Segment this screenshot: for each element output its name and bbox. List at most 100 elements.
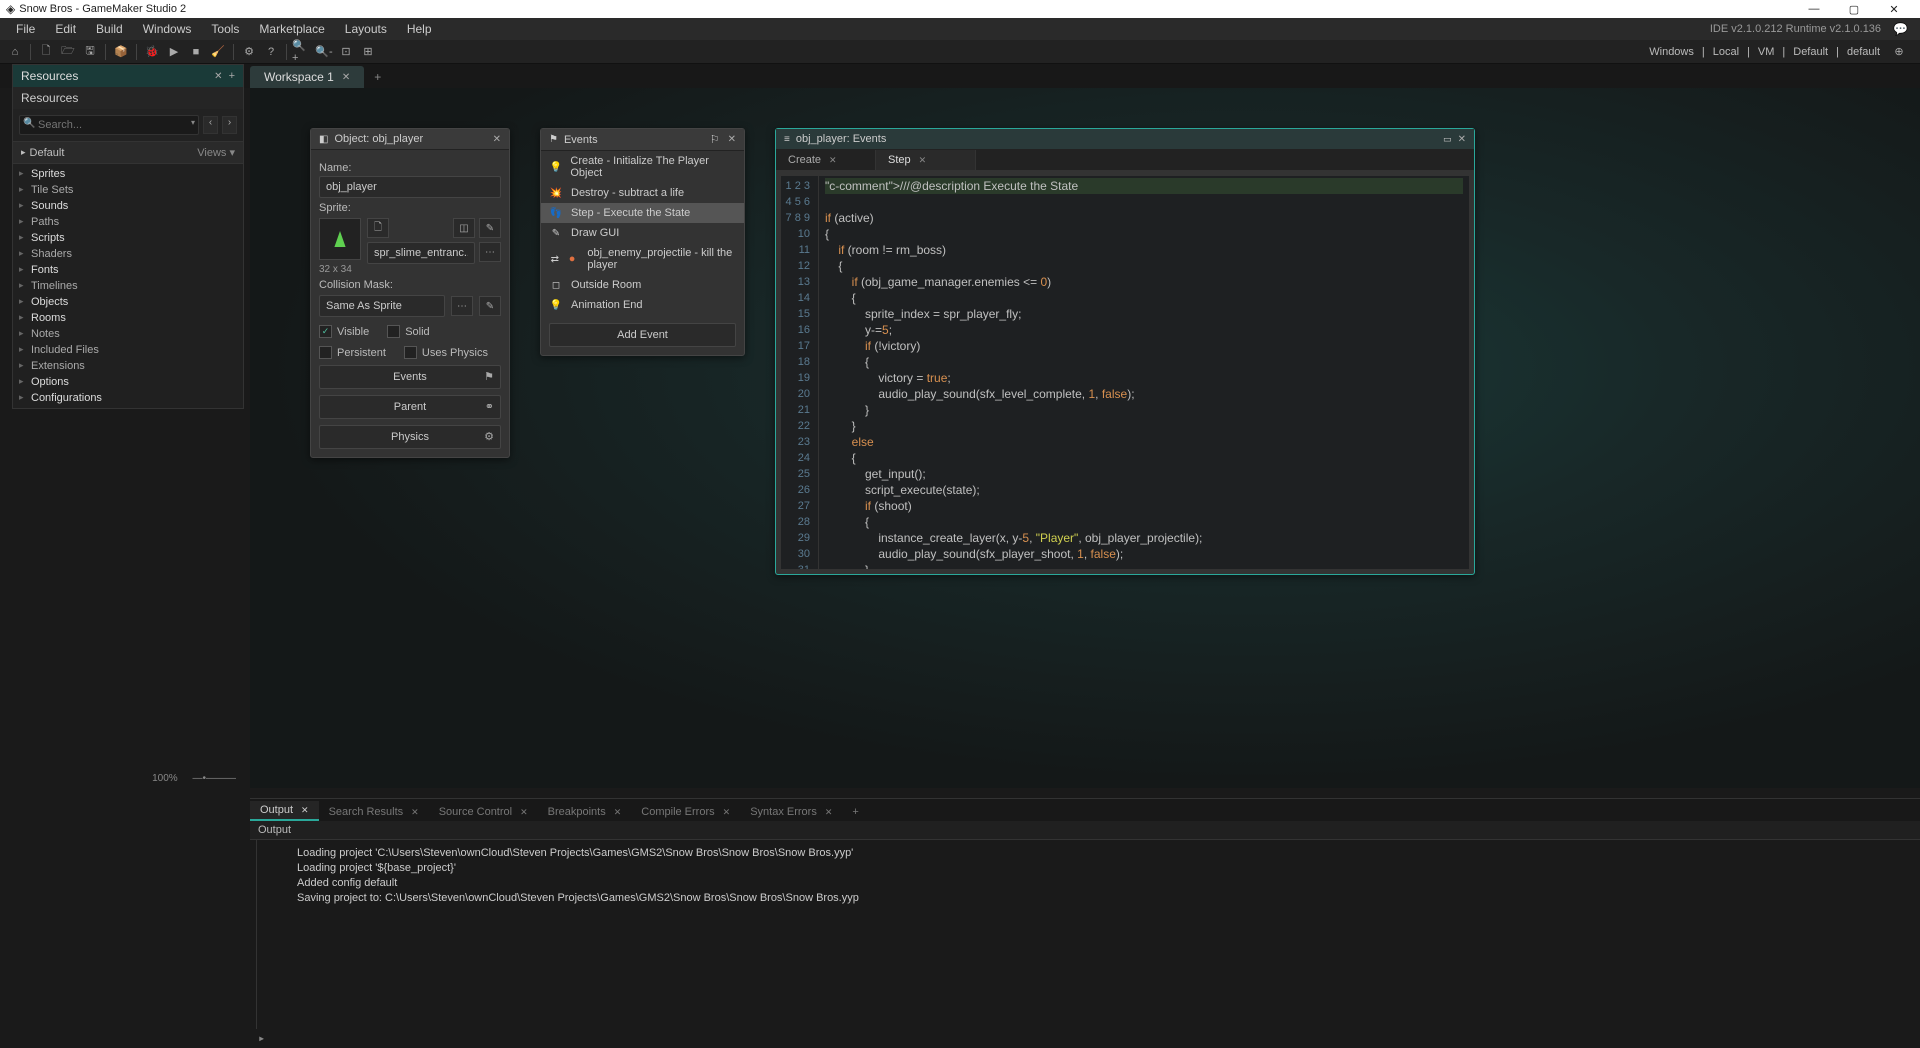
code-tab-create[interactable]: Create✕	[776, 150, 876, 170]
events-section-button[interactable]: Events⚑	[319, 365, 501, 389]
sprite-preview[interactable]	[319, 218, 361, 260]
output-tab-add[interactable]: +	[842, 803, 868, 821]
zoom-in-button[interactable]: 🔍+	[292, 42, 312, 62]
resources-search-input[interactable]	[19, 115, 199, 135]
menu-tools[interactable]: Tools	[201, 22, 249, 36]
add-event-button[interactable]: Add Event	[549, 323, 736, 347]
sprite-new-button[interactable]: 🗋	[367, 218, 389, 238]
close-icon[interactable]: ✕	[520, 807, 528, 818]
output-tab-breakpoints[interactable]: Breakpoints✕	[538, 803, 632, 821]
resources-default-row[interactable]: ▸ Default Views ▾	[13, 141, 243, 164]
tree-sprites[interactable]: Sprites	[13, 166, 243, 182]
close-icon[interactable]: ✕	[829, 155, 837, 166]
uses-physics-checkbox[interactable]: Uses Physics	[404, 346, 488, 359]
code-maximize-button[interactable]: ▭	[1443, 134, 1452, 145]
clean-button[interactable]: 🧹	[208, 42, 228, 62]
menu-layouts[interactable]: Layouts	[335, 22, 397, 36]
event-animation-end[interactable]: 💡Animation End	[541, 295, 744, 315]
close-icon[interactable]: ✕	[614, 807, 622, 818]
menu-file[interactable]: File	[6, 22, 45, 36]
code-tab-step[interactable]: Step✕	[876, 150, 976, 170]
resources-tab[interactable]: Resources ✕ +	[13, 65, 243, 87]
output-tab-compile[interactable]: Compile Errors✕	[631, 803, 740, 821]
close-icon[interactable]: ✕	[919, 155, 927, 166]
new-button[interactable]: 🗋	[36, 42, 56, 62]
object-inspector-window[interactable]: ◧ Object: obj_player ✕ Name: Sprite: 32 …	[310, 128, 510, 458]
flag-outline-icon[interactable]: ⚐	[710, 133, 720, 146]
target-config[interactable]: Default	[1789, 46, 1832, 58]
home-button[interactable]: ⌂	[5, 42, 25, 62]
help-button[interactable]: ?	[261, 42, 281, 62]
close-icon[interactable]: ✕	[301, 805, 309, 816]
tree-rooms[interactable]: Rooms	[13, 310, 243, 326]
close-icon[interactable]: ✕	[825, 807, 833, 818]
parent-section-button[interactable]: Parent⚭	[319, 395, 501, 419]
events-window-close[interactable]: ✕	[728, 134, 736, 145]
sprite-select-button[interactable]: ◫	[453, 218, 475, 238]
menu-windows[interactable]: Windows	[133, 22, 202, 36]
object-name-input[interactable]	[319, 176, 501, 198]
visible-checkbox[interactable]: ✓Visible	[319, 325, 369, 338]
tree-notes[interactable]: Notes	[13, 326, 243, 342]
sprite-edit-button[interactable]: ✎	[479, 218, 501, 238]
output-prompt[interactable]: ▸	[250, 1029, 1920, 1047]
close-window-button[interactable]: ✕	[1874, 3, 1914, 16]
open-button[interactable]: 🗁	[58, 42, 78, 62]
search-next-button[interactable]: ›	[222, 116, 237, 134]
tree-tilesets[interactable]: Tile Sets	[13, 182, 243, 198]
object-window-titlebar[interactable]: ◧ Object: obj_player ✕	[311, 129, 509, 150]
workspace-add-tab[interactable]: +	[366, 66, 389, 88]
save-button[interactable]: 🖫	[80, 42, 100, 62]
object-window-close[interactable]: ✕	[493, 134, 501, 145]
events-window-titlebar[interactable]: ⚑ Events ⚐ ✕	[541, 129, 744, 151]
collision-mask-input[interactable]	[319, 295, 445, 317]
persistent-checkbox[interactable]: Persistent	[319, 346, 386, 359]
close-icon[interactable]: ✕	[411, 807, 419, 818]
tree-options[interactable]: Options	[13, 374, 243, 390]
docking-button[interactable]: ⊞	[358, 42, 378, 62]
search-dropdown-icon[interactable]: ▾	[191, 118, 195, 127]
resources-tab-close[interactable]: ✕	[214, 71, 222, 82]
target-output[interactable]: VM	[1754, 46, 1779, 58]
create-exe-button[interactable]: 📦	[111, 42, 131, 62]
events-window[interactable]: ⚑ Events ⚐ ✕ 💡Create - Initialize The Pl…	[540, 128, 745, 356]
settings-button[interactable]: ⚙	[239, 42, 259, 62]
run-button[interactable]: ▶	[164, 42, 184, 62]
event-draw-gui[interactable]: ✎Draw GUI	[541, 223, 744, 243]
zoom-reset-button[interactable]: ⊡	[336, 42, 356, 62]
output-tab-sourcecontrol[interactable]: Source Control✕	[429, 803, 538, 821]
collision-edit-button[interactable]: ✎	[479, 296, 501, 316]
menu-help[interactable]: Help	[397, 22, 442, 36]
tree-timelines[interactable]: Timelines	[13, 278, 243, 294]
target-device[interactable]: Local	[1709, 46, 1743, 58]
tree-sounds[interactable]: Sounds	[13, 198, 243, 214]
code-content[interactable]: "c-comment">///@description Execute the …	[819, 176, 1469, 569]
stop-button[interactable]: ■	[186, 42, 206, 62]
views-dropdown[interactable]: Views ▾	[197, 146, 235, 159]
tree-included-files[interactable]: Included Files	[13, 342, 243, 358]
physics-section-button[interactable]: Physics⚙	[319, 425, 501, 449]
output-tab-search[interactable]: Search Results✕	[319, 803, 429, 821]
debug-button[interactable]: 🐞	[142, 42, 162, 62]
workspace-tab[interactable]: Workspace 1 ✕	[250, 66, 364, 88]
event-destroy[interactable]: 💥Destroy - subtract a life	[541, 183, 744, 203]
menu-marketplace[interactable]: Marketplace	[249, 22, 334, 36]
code-editor[interactable]: 1 2 3 4 5 6 7 8 9 10 11 12 13 14 15 16 1…	[780, 175, 1470, 570]
target-settings-icon[interactable]: ⊕	[1889, 42, 1909, 62]
solid-checkbox[interactable]: Solid	[387, 325, 429, 338]
workspace-tab-close[interactable]: ✕	[342, 72, 350, 83]
tree-shaders[interactable]: Shaders	[13, 246, 243, 262]
tree-paths[interactable]: Paths	[13, 214, 243, 230]
sprite-name-input[interactable]	[367, 242, 475, 264]
tree-configurations[interactable]: Configurations	[13, 390, 243, 406]
code-window-titlebar[interactable]: ≡ obj_player: Events ▭ ✕	[776, 129, 1474, 150]
event-step[interactable]: 👣Step - Execute the State	[541, 203, 744, 223]
tree-extensions[interactable]: Extensions	[13, 358, 243, 374]
workspace-canvas[interactable]: ◧ Object: obj_player ✕ Name: Sprite: 32 …	[250, 88, 1920, 788]
output-tab-syntax[interactable]: Syntax Errors✕	[740, 803, 842, 821]
notification-icon[interactable]: 💬	[1887, 22, 1914, 36]
tree-fonts[interactable]: Fonts	[13, 262, 243, 278]
close-icon[interactable]: ✕	[723, 807, 731, 818]
zoom-out-button[interactable]: 🔍-	[314, 42, 334, 62]
menu-edit[interactable]: Edit	[45, 22, 86, 36]
